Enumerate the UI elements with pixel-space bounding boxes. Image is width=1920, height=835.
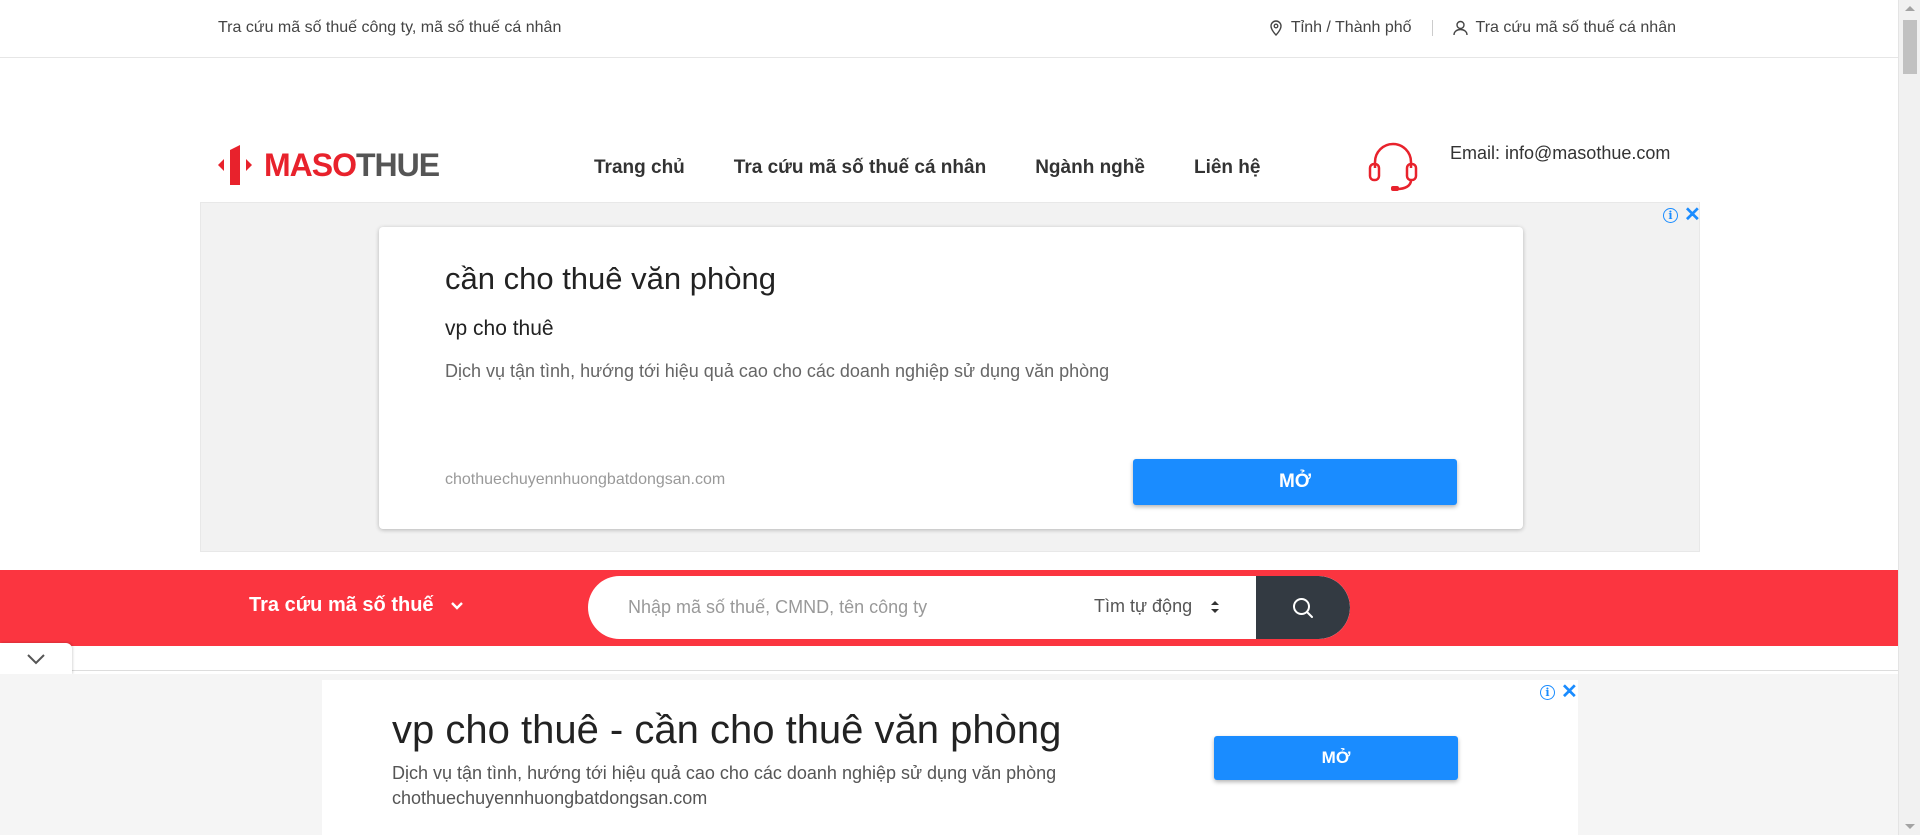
top-bar: Tra cứu mã số thuế công ty, mã số thuế c…	[0, 0, 1898, 58]
search-input[interactable]	[628, 576, 1068, 639]
scroll-up-icon[interactable]	[1905, 6, 1915, 11]
scroll-down-icon[interactable]	[1905, 824, 1915, 829]
map-pin-icon	[1270, 20, 1282, 36]
info-icon[interactable]: i	[1663, 207, 1678, 223]
ad-controls: i ✕	[1663, 205, 1701, 225]
nav-personal-tax[interactable]: Tra cứu mã số thuế cá nhân	[734, 157, 986, 179]
scrollbar-thumb[interactable]	[1903, 20, 1917, 74]
province-link[interactable]: Tỉnh / Thành phố	[1269, 19, 1412, 37]
search-type-label: Tra cứu mã số thuế	[249, 594, 434, 616]
site-tagline: Tra cứu mã số thuế công ty, mã số thuế c…	[218, 19, 562, 36]
ad-headline: vp cho thuê - cần cho thuê văn phòng	[392, 708, 1062, 752]
search-type-dropdown[interactable]: Tra cứu mã số thuế	[249, 594, 464, 617]
nav-contact[interactable]: Liên hệ	[1194, 157, 1261, 179]
ad-banner-top: i ✕ cần cho thuê văn phòng vp cho thuê D…	[200, 202, 1701, 552]
close-icon[interactable]: ✕	[1561, 682, 1578, 702]
nav-home[interactable]: Trang chủ	[594, 157, 685, 179]
search-box: Tìm tự động	[588, 576, 1350, 639]
ad-subhead: vp cho thuê	[445, 317, 554, 340]
nav-industries[interactable]: Ngành nghề	[1035, 157, 1145, 179]
chevron-down-icon	[27, 654, 45, 665]
search-bar: Tra cứu mã số thuế Tìm tự động	[0, 570, 1898, 646]
ad-banner-bottom[interactable]: i ✕ vp cho thuê - cần cho thuê văn phòng…	[322, 680, 1578, 835]
ad-domain: chothuechuyennhuongbatdongsan.com	[445, 471, 726, 488]
logo-mark-icon	[218, 145, 252, 185]
sort-icon	[1211, 600, 1220, 613]
ad-open-button[interactable]: MỞ	[1214, 736, 1458, 780]
user-icon	[1452, 20, 1468, 36]
chevron-down-icon	[450, 601, 463, 610]
site-logo[interactable]: MASOTHUE	[216, 142, 440, 188]
ad-open-button[interactable]: MỞ	[1133, 459, 1457, 505]
ad-headline: cần cho thuê văn phòng	[445, 261, 776, 296]
ad-card[interactable]: cần cho thuê văn phòng vp cho thuê Dịch …	[379, 227, 1523, 529]
ad-controls: i ✕	[1540, 682, 1578, 702]
search-icon	[1293, 597, 1313, 618]
info-icon[interactable]: i	[1540, 684, 1555, 700]
divider	[1431, 20, 1433, 36]
page-scrollbar[interactable]	[1898, 0, 1920, 835]
headset-icon	[1368, 142, 1418, 191]
personal-tax-link-label: Tra cứu mã số thuế cá nhân	[1475, 19, 1676, 36]
search-button[interactable]	[1256, 576, 1350, 639]
logo-wordmark: MASOTHUE	[264, 146, 440, 183]
province-link-label: Tỉnh / Thành phố	[1290, 19, 1412, 36]
collapse-toggle[interactable]	[0, 643, 72, 675]
top-links: Tỉnh / Thành phố Tra cứu mã số thuế cá n…	[1269, 19, 1676, 37]
ad-domain: chothuechuyennhuongbatdongsan.com	[392, 788, 708, 808]
search-mode-label: Tìm tự động	[1094, 596, 1193, 616]
search-mode-select[interactable]: Tìm tự động	[1094, 596, 1220, 617]
personal-tax-link[interactable]: Tra cứu mã số thuế cá nhân	[1452, 19, 1676, 37]
ad-description: Dịch vụ tận tình, hướng tới hiệu quả cao…	[445, 361, 1110, 381]
close-icon[interactable]: ✕	[1684, 205, 1701, 225]
ad-description: Dịch vụ tận tình, hướng tới hiệu quả cao…	[392, 763, 1057, 783]
main-nav: Trang chủ Tra cứu mã số thuế cá nhân Ngà…	[594, 157, 1260, 179]
collapse-strip	[0, 646, 1898, 674]
contact-email[interactable]: Email: info@masothue.com	[1450, 143, 1670, 164]
